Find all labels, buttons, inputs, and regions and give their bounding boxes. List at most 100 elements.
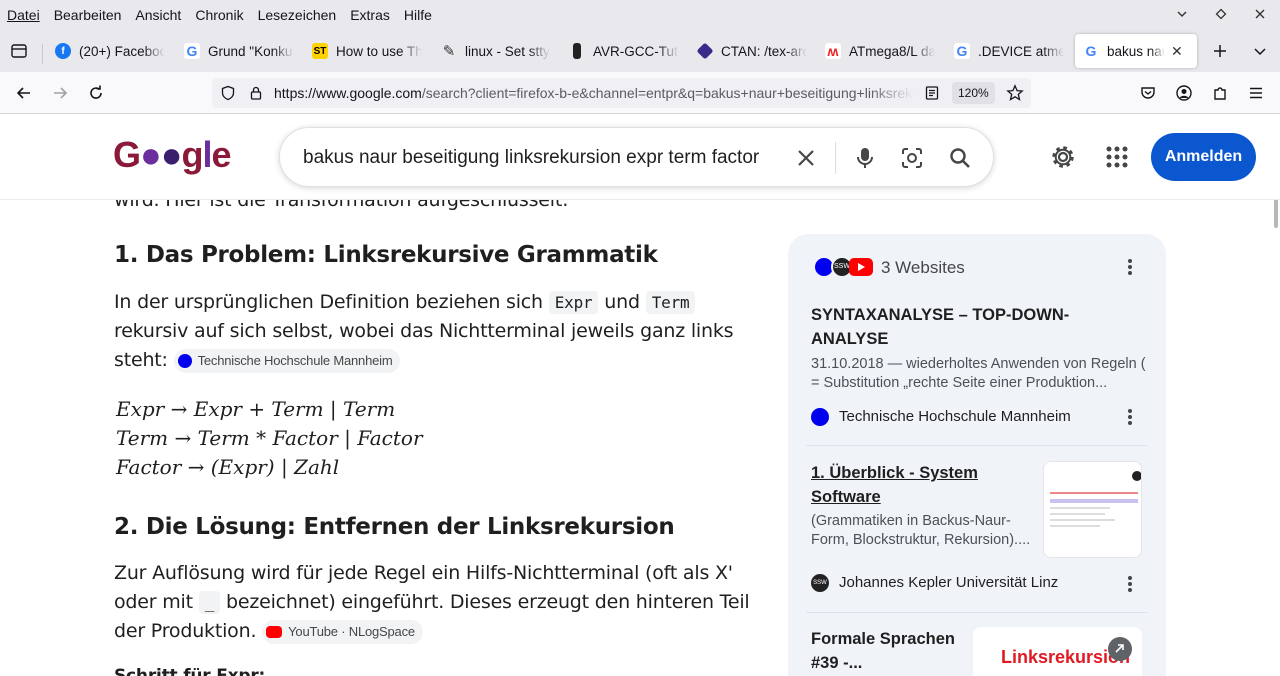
menu-chronik[interactable]: Chronik — [188, 7, 250, 23]
maximize-icon[interactable] — [1213, 7, 1229, 23]
jku-favicon-icon: SSW — [811, 574, 829, 592]
search-divider — [835, 142, 836, 174]
expand-icon[interactable] — [1108, 637, 1132, 661]
youtube-favicon-icon — [849, 258, 873, 276]
close-window-icon[interactable] — [1252, 7, 1268, 23]
tab-device-atmega[interactable]: G .DEVICE atmega — [954, 34, 1064, 68]
reader-view-icon[interactable] — [924, 85, 940, 106]
microchip-icon: ʍ — [825, 43, 841, 59]
apps-grid-icon[interactable] — [1105, 145, 1129, 174]
close-tab-icon[interactable]: ✕ — [1171, 43, 1183, 60]
bookmark-star-icon[interactable] — [1006, 84, 1024, 107]
stackexchange-icon: ✎ — [442, 43, 456, 60]
menu-hilfe[interactable]: Hilfe — [397, 7, 439, 23]
result-title[interactable]: 1. Überblick - System Software — [811, 461, 1011, 509]
forward-icon[interactable] — [48, 81, 72, 105]
google-icon: G — [1083, 43, 1099, 59]
lens-camera-icon[interactable] — [898, 144, 926, 172]
menu-extras[interactable]: Extras — [343, 7, 397, 23]
tab-ctan[interactable]: CTAN: /tex-archive — [697, 34, 807, 68]
source-favicons[interactable]: SSW — [813, 256, 873, 278]
result-snippet: 31.10.2018 — wiederholtes Anwenden von R… — [811, 356, 1146, 391]
tab-atmega8[interactable]: ʍ ATmega8/L datasheet — [825, 34, 935, 68]
ai-overview-content: wird. Hier ist die Transformation aufges… — [0, 200, 1280, 676]
sign-in-button[interactable]: Anmelden — [1151, 133, 1256, 181]
code-underscore: _ — [198, 591, 221, 614]
paragraph-solution: Zur Auflösung wird für jede Regel ein Hi… — [114, 562, 750, 644]
tab-avr-gcc[interactable]: AVR-GCC-Tutorial — [569, 34, 679, 68]
step-heading-expr: Schritt für Expr: — [114, 666, 266, 676]
search-input[interactable]: bakus naur beseitigung linksrekursion ex… — [303, 147, 759, 169]
thm-favicon-icon — [811, 408, 829, 426]
grammar-rule-expr: Expr → Expr + Term | Term — [116, 397, 396, 421]
divider — [806, 445, 1147, 446]
divider — [806, 612, 1147, 613]
tab-grund-konkurrenz[interactable]: G Grund "Konkurrenz" — [184, 34, 294, 68]
source-chip-youtube[interactable]: YouTube · NLogSpace — [262, 619, 423, 644]
result-source[interactable]: Technische Hochschule Mannheim — [839, 408, 1071, 425]
reload-icon[interactable] — [84, 81, 108, 105]
grammar-rule-term: Term → Term * Factor | Factor — [116, 426, 423, 450]
section-heading-solution: 2. Die Lösung: Entfernen der Linksrekurs… — [114, 514, 675, 540]
tracking-shield-icon[interactable] — [220, 85, 236, 106]
google-header: G●●gle bakus naur beseitigung linksrekur… — [0, 114, 1280, 200]
list-tabs-icon[interactable] — [1251, 42, 1269, 65]
url-bar[interactable]: https://www.google.com/search?client=fir… — [212, 78, 1031, 108]
grammar-rule-factor: Factor → (Expr) | Zahl — [116, 455, 340, 479]
google-logo[interactable]: G●●gle — [113, 134, 232, 176]
search-icon[interactable] — [946, 144, 974, 172]
google-icon: G — [184, 43, 200, 59]
youtube-icon — [266, 625, 283, 638]
minimize-icon[interactable] — [1174, 7, 1190, 23]
new-tab-icon[interactable] — [1211, 42, 1229, 65]
section-heading-problem: 1. Das Problem: Linksrekursive Grammatik — [114, 242, 658, 268]
thm-logo-icon — [177, 353, 192, 368]
menubar: Datei Bearbeiten Ansicht Chronik Lesezei… — [0, 0, 1280, 30]
url-text[interactable]: https://www.google.com/search?client=fir… — [274, 85, 914, 101]
result-more-icon[interactable] — [1122, 574, 1138, 594]
voice-search-icon[interactable] — [851, 144, 879, 172]
result-title[interactable]: SYNTAXANALYSE – TOP-DOWN-ANALYSE — [811, 303, 1111, 351]
hamburger-menu-icon[interactable] — [1244, 81, 1268, 105]
search-box[interactable]: bakus naur beseitigung linksrekursion ex… — [279, 127, 994, 187]
tab-facebook[interactable]: f (20+) Facebook — [55, 34, 165, 68]
navigation-toolbar: https://www.google.com/search?client=fir… — [0, 72, 1280, 114]
lock-icon[interactable] — [248, 85, 264, 106]
menu-lesezeichen[interactable]: Lesezeichen — [251, 7, 344, 23]
tab-bakus-naur-active[interactable]: G bakus naur ✕ — [1075, 34, 1197, 68]
st-icon: ST — [312, 43, 328, 59]
result-snippet: (Grammatiken in Backus-Naur-Form, Blocks… — [811, 513, 1031, 548]
tab-overview-icon[interactable] — [10, 42, 28, 65]
zoom-level-badge[interactable]: 120% — [952, 82, 995, 104]
menu-ansicht[interactable]: Ansicht — [128, 7, 188, 23]
source-chip-th-mannheim[interactable]: Technische Hochschule Mannheim — [173, 348, 401, 373]
menu-datei[interactable]: Datei — [0, 7, 47, 23]
result-thumbnail[interactable] — [1043, 461, 1142, 558]
menu-bearbeiten[interactable]: Bearbeiten — [47, 7, 129, 23]
paragraph-problem: In der ursprünglichen Definition beziehe… — [114, 291, 734, 373]
tab-bar: f (20+) Facebook G Grund "Konkurrenz" ST… — [0, 30, 1280, 72]
panel-more-icon[interactable] — [1122, 257, 1138, 277]
cut-off-text-top: wird. Hier ist die Transformation aufges… — [114, 200, 569, 211]
result-title[interactable]: Formale Sprachen #39 -... — [811, 627, 961, 675]
sources-panel: SSW 3 Websites SYNTAXANALYSE – TOP-DOWN-… — [788, 234, 1166, 676]
result-source[interactable]: Johannes Kepler Universität Linz — [839, 574, 1058, 591]
result-more-icon[interactable] — [1122, 407, 1138, 427]
account-icon[interactable] — [1172, 81, 1196, 105]
extensions-icon[interactable] — [1208, 81, 1232, 105]
facebook-icon: f — [55, 43, 71, 59]
sources-count: 3 Websites — [881, 258, 965, 277]
tab-linux-stty[interactable]: ✎ linux - Set stty — [441, 34, 551, 68]
thumbnail-logo-icon — [1132, 471, 1141, 481]
ctan-icon — [697, 42, 714, 60]
pocket-icon[interactable] — [1136, 81, 1160, 105]
code-expr: Expr — [548, 291, 599, 314]
page-scrollbar-thumb[interactable] — [1274, 200, 1278, 228]
clear-search-icon[interactable] — [792, 144, 820, 172]
settings-gear-icon[interactable] — [1049, 143, 1077, 176]
video-thumbnail[interactable]: Linksrekursion — [973, 627, 1142, 676]
chip-icon — [573, 43, 581, 59]
back-icon[interactable] — [12, 81, 36, 105]
tab-how-to-use[interactable]: ST How to use The — [312, 34, 422, 68]
google-icon: G — [954, 43, 970, 59]
